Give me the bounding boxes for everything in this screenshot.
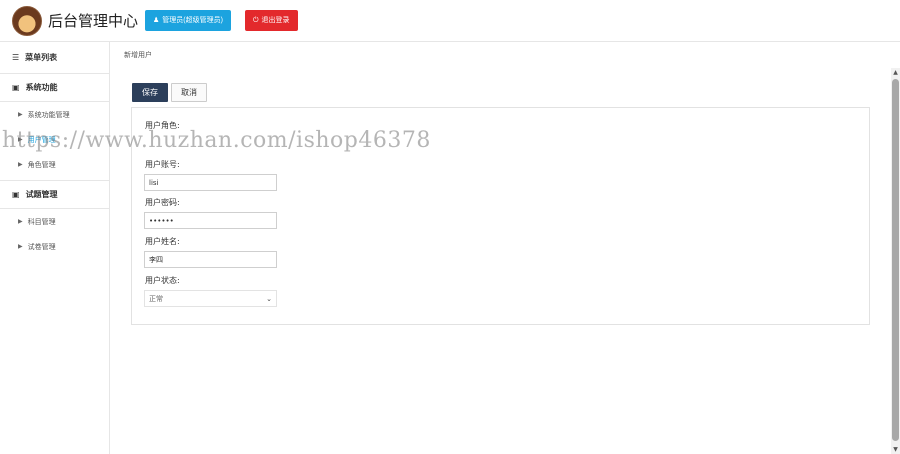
sidebar-group-label: 试题管理 <box>25 190 58 199</box>
caret-right-icon: ▶ <box>18 161 23 168</box>
sidebar-heading: ☰ 菜单列表 <box>0 42 109 74</box>
name-label: 用户姓名: <box>145 237 180 246</box>
sidebar-item-users[interactable]: ▶ 用户管理 <box>0 127 109 152</box>
sidebar-group-system[interactable]: ▣ 系统功能 <box>0 74 109 102</box>
sidebar-item-papers[interactable]: ▶ 试卷管理 <box>0 234 109 259</box>
logout-button[interactable]: ⏻ 退出登录 <box>245 10 298 31</box>
password-input[interactable] <box>144 212 277 229</box>
breadcrumb: 新增用户 <box>124 51 152 59</box>
sidebar-item-label: 用户管理 <box>27 135 56 144</box>
sidebar-item-system-function[interactable]: ▶ 系统功能管理 <box>0 102 109 127</box>
sidebar-item-label: 系统功能管理 <box>27 110 70 119</box>
role-label: 用户角色: <box>145 121 180 130</box>
user-avatar <box>12 6 42 36</box>
power-icon: ⏻ <box>253 17 259 24</box>
cancel-button[interactable]: 取消 <box>171 83 207 102</box>
sidebar-group-exam[interactable]: ▣ 试题管理 <box>0 181 109 209</box>
briefcase-icon: ▣ <box>12 190 20 199</box>
caret-right-icon: ▶ <box>18 111 23 118</box>
top-header: 后台管理中心 ♟ 管理员(超级管理员) ⏻ 退出登录 <box>0 0 900 42</box>
list-icon: ☰ <box>12 53 20 62</box>
sidebar-item-label: 科目管理 <box>27 217 56 226</box>
account-label: 用户账号: <box>145 160 180 169</box>
caret-right-icon: ▶ <box>18 218 23 225</box>
scroll-up-arrow-icon[interactable]: ▲ <box>891 68 900 77</box>
caret-right-icon: ▶ <box>18 136 23 143</box>
sidebar-group-label: 系统功能 <box>25 83 58 92</box>
name-input[interactable] <box>144 251 277 268</box>
vertical-scrollbar[interactable]: ▲ ▼ <box>891 68 900 454</box>
app-title: 后台管理中心 <box>48 12 139 30</box>
sidebar: ☰ 菜单列表 ▣ 系统功能 ▶ 系统功能管理 ▶ 用户管理 ▶ 角色管理 ▣ 试… <box>0 42 110 454</box>
sidebar-item-subjects[interactable]: ▶ 科目管理 <box>0 209 109 234</box>
briefcase-icon: ▣ <box>12 83 20 92</box>
scroll-down-arrow-icon[interactable]: ▼ <box>891 445 900 454</box>
user-icon: ♟ <box>153 17 160 24</box>
sidebar-item-label: 试卷管理 <box>27 242 56 251</box>
sidebar-heading-label: 菜单列表 <box>25 53 58 62</box>
chevron-down-icon: ⌄ <box>266 294 272 303</box>
sidebar-item-label: 角色管理 <box>27 160 56 169</box>
logout-button-label: 退出登录 <box>261 17 290 24</box>
scroll-thumb[interactable] <box>892 79 899 441</box>
sidebar-item-roles[interactable]: ▶ 角色管理 <box>0 152 109 177</box>
account-input[interactable] <box>144 174 277 191</box>
admin-button-label: 管理员(超级管理员) <box>162 17 223 24</box>
caret-right-icon: ▶ <box>18 243 23 250</box>
status-select-value: 正常 <box>149 294 163 303</box>
status-select[interactable]: 正常 ⌄ <box>144 290 277 307</box>
password-label: 用户密码: <box>145 198 180 207</box>
save-button[interactable]: 保存 <box>132 83 168 102</box>
form-panel: 用户角色: 用户账号: 用户密码: 用户姓名: 用户状态: 正常 ⌄ <box>131 107 870 325</box>
status-label: 用户状态: <box>145 276 180 285</box>
admin-button[interactable]: ♟ 管理员(超级管理员) <box>145 10 231 31</box>
